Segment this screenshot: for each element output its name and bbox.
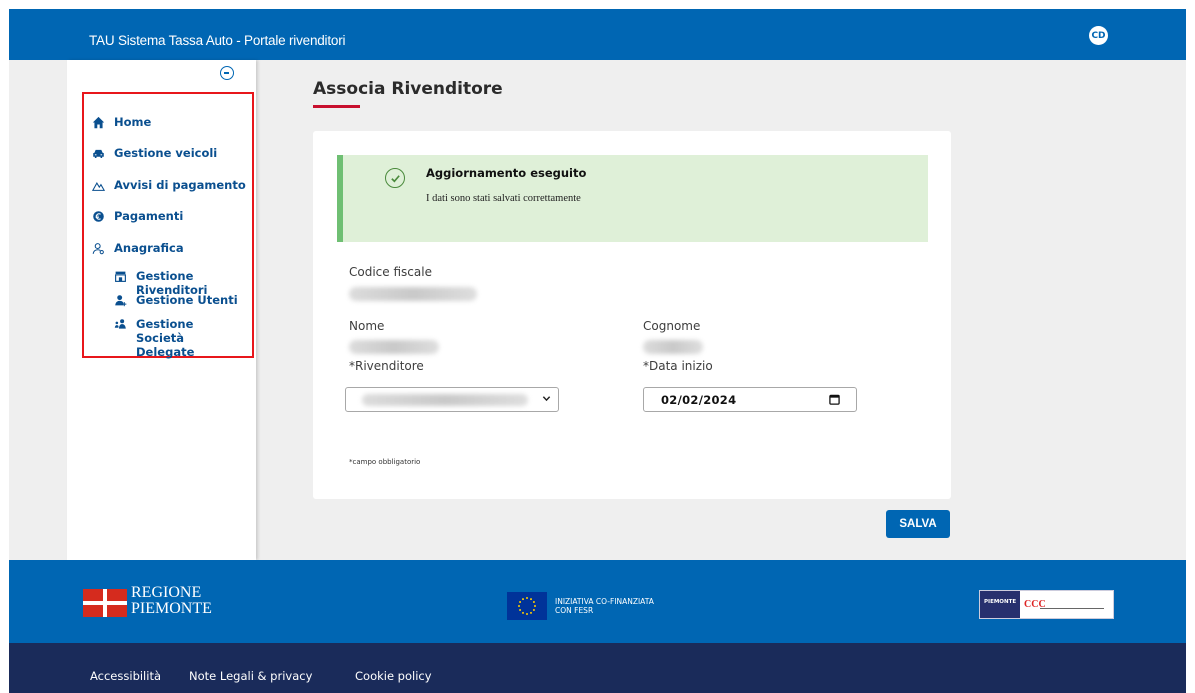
cognome-value-redacted — [643, 340, 703, 354]
partner-logos: PIEMONTE CCC — [979, 590, 1114, 619]
codice-fiscale-value-redacted — [349, 287, 477, 301]
check-circle-icon — [385, 168, 405, 188]
sidebar-subitem-gestione-utenti[interactable]: Gestione Utenti — [113, 293, 238, 307]
sidebar-item-label: Gestione veicoli — [114, 146, 218, 160]
user-add-icon — [113, 293, 127, 307]
eu-flag-icon — [507, 592, 547, 620]
sidebar-item-avvisi-di-pagamento[interactable]: Avvisi di pagamento — [91, 178, 246, 192]
sidebar: Home Gestione veicoli Avvisi di pagament… — [67, 60, 256, 560]
codice-fiscale-label: Codice fiscale — [349, 265, 432, 279]
sidebar-item-label: Pagamenti — [114, 209, 184, 223]
sidebar-item-pagamenti[interactable]: Pagamenti — [91, 209, 183, 223]
top-bar: TAU Sistema Tassa Auto - Portale rivendi… — [9, 9, 1186, 60]
alert-title: Aggiornamento eseguito — [426, 166, 587, 180]
form-card: Aggiornamento eseguito I dati sono stati… — [313, 131, 951, 499]
rivenditore-select[interactable] — [345, 387, 559, 412]
user-icon — [91, 241, 105, 255]
page-title: Associa Rivenditore — [313, 79, 503, 99]
user-avatar[interactable]: CD — [1089, 26, 1108, 45]
eu-cofinanced-text: INIZIATIVA CO-FINANZIATA CON FESR — [555, 597, 654, 615]
sidebar-item-label: Anagrafica — [114, 241, 184, 255]
piemonte-flag-icon — [83, 589, 127, 617]
sidebar-item-label: Home — [114, 115, 152, 129]
nome-label: Nome — [349, 319, 385, 333]
app-title: TAU Sistema Tassa Auto - Portale rivendi… — [89, 33, 346, 48]
car-icon — [91, 146, 105, 160]
nome-value-redacted — [349, 340, 439, 354]
cognome-label: Cognome — [643, 319, 701, 333]
success-alert: Aggiornamento eseguito I dati sono stati… — [337, 155, 928, 242]
sidebar-item-label: Gestione Utenti — [136, 293, 238, 307]
group-icon — [113, 317, 127, 331]
regione-piemonte-logo[interactable]: REGIONE PIEMONTE — [83, 584, 212, 618]
euro-icon — [91, 209, 105, 223]
data-inizio-value: 02/02/2024 — [661, 393, 737, 407]
data-inizio-input[interactable]: 02/02/2024 — [643, 387, 857, 412]
data-inizio-label: *Data inizio — [643, 359, 713, 373]
sidebar-item-label: Avvisi di pagamento — [114, 178, 246, 192]
store-icon — [113, 269, 127, 283]
calendar-icon[interactable] — [829, 394, 840, 405]
required-field-note: *campo obbligatorio — [349, 458, 421, 466]
footer-logos: REGIONE PIEMONTE INIZIATIVA CO-FINANZIAT… — [9, 560, 1186, 643]
chevron-down-icon — [542, 396, 551, 402]
mountain-icon — [91, 178, 105, 192]
rivenditore-selected-redacted — [362, 394, 528, 406]
regione-piemonte-text: REGIONE PIEMONTE — [131, 584, 212, 617]
sidebar-item-gestione-veicoli[interactable]: Gestione veicoli — [91, 146, 217, 160]
sidebar-item-anagrafica[interactable]: Anagrafica — [91, 241, 184, 255]
footer-link-cookie-policy[interactable]: Cookie policy — [355, 669, 432, 683]
app-frame: TAU Sistema Tassa Auto - Portale rivendi… — [9, 9, 1186, 693]
footer-link-accessibilita[interactable]: Accessibilità — [90, 669, 161, 683]
home-icon — [91, 115, 105, 129]
sidebar-subitem-gestione-societa-delegate[interactable]: Gestione Società Delegate — [113, 317, 243, 359]
save-button[interactable]: SALVA — [886, 510, 950, 538]
footer-link-note-legali[interactable]: Note Legali & privacy — [189, 669, 312, 683]
sidebar-item-label: Gestione Società Delegate — [136, 317, 195, 359]
collapse-sidebar-icon[interactable] — [220, 66, 234, 80]
title-underline — [313, 105, 360, 108]
footer-links: Accessibilità Note Legali & privacy Cook… — [9, 643, 1186, 693]
alert-message: I dati sono stati salvati correttamente — [426, 193, 581, 204]
rivenditore-label: *Rivenditore — [349, 359, 424, 373]
sidebar-item-home[interactable]: Home — [91, 115, 151, 129]
